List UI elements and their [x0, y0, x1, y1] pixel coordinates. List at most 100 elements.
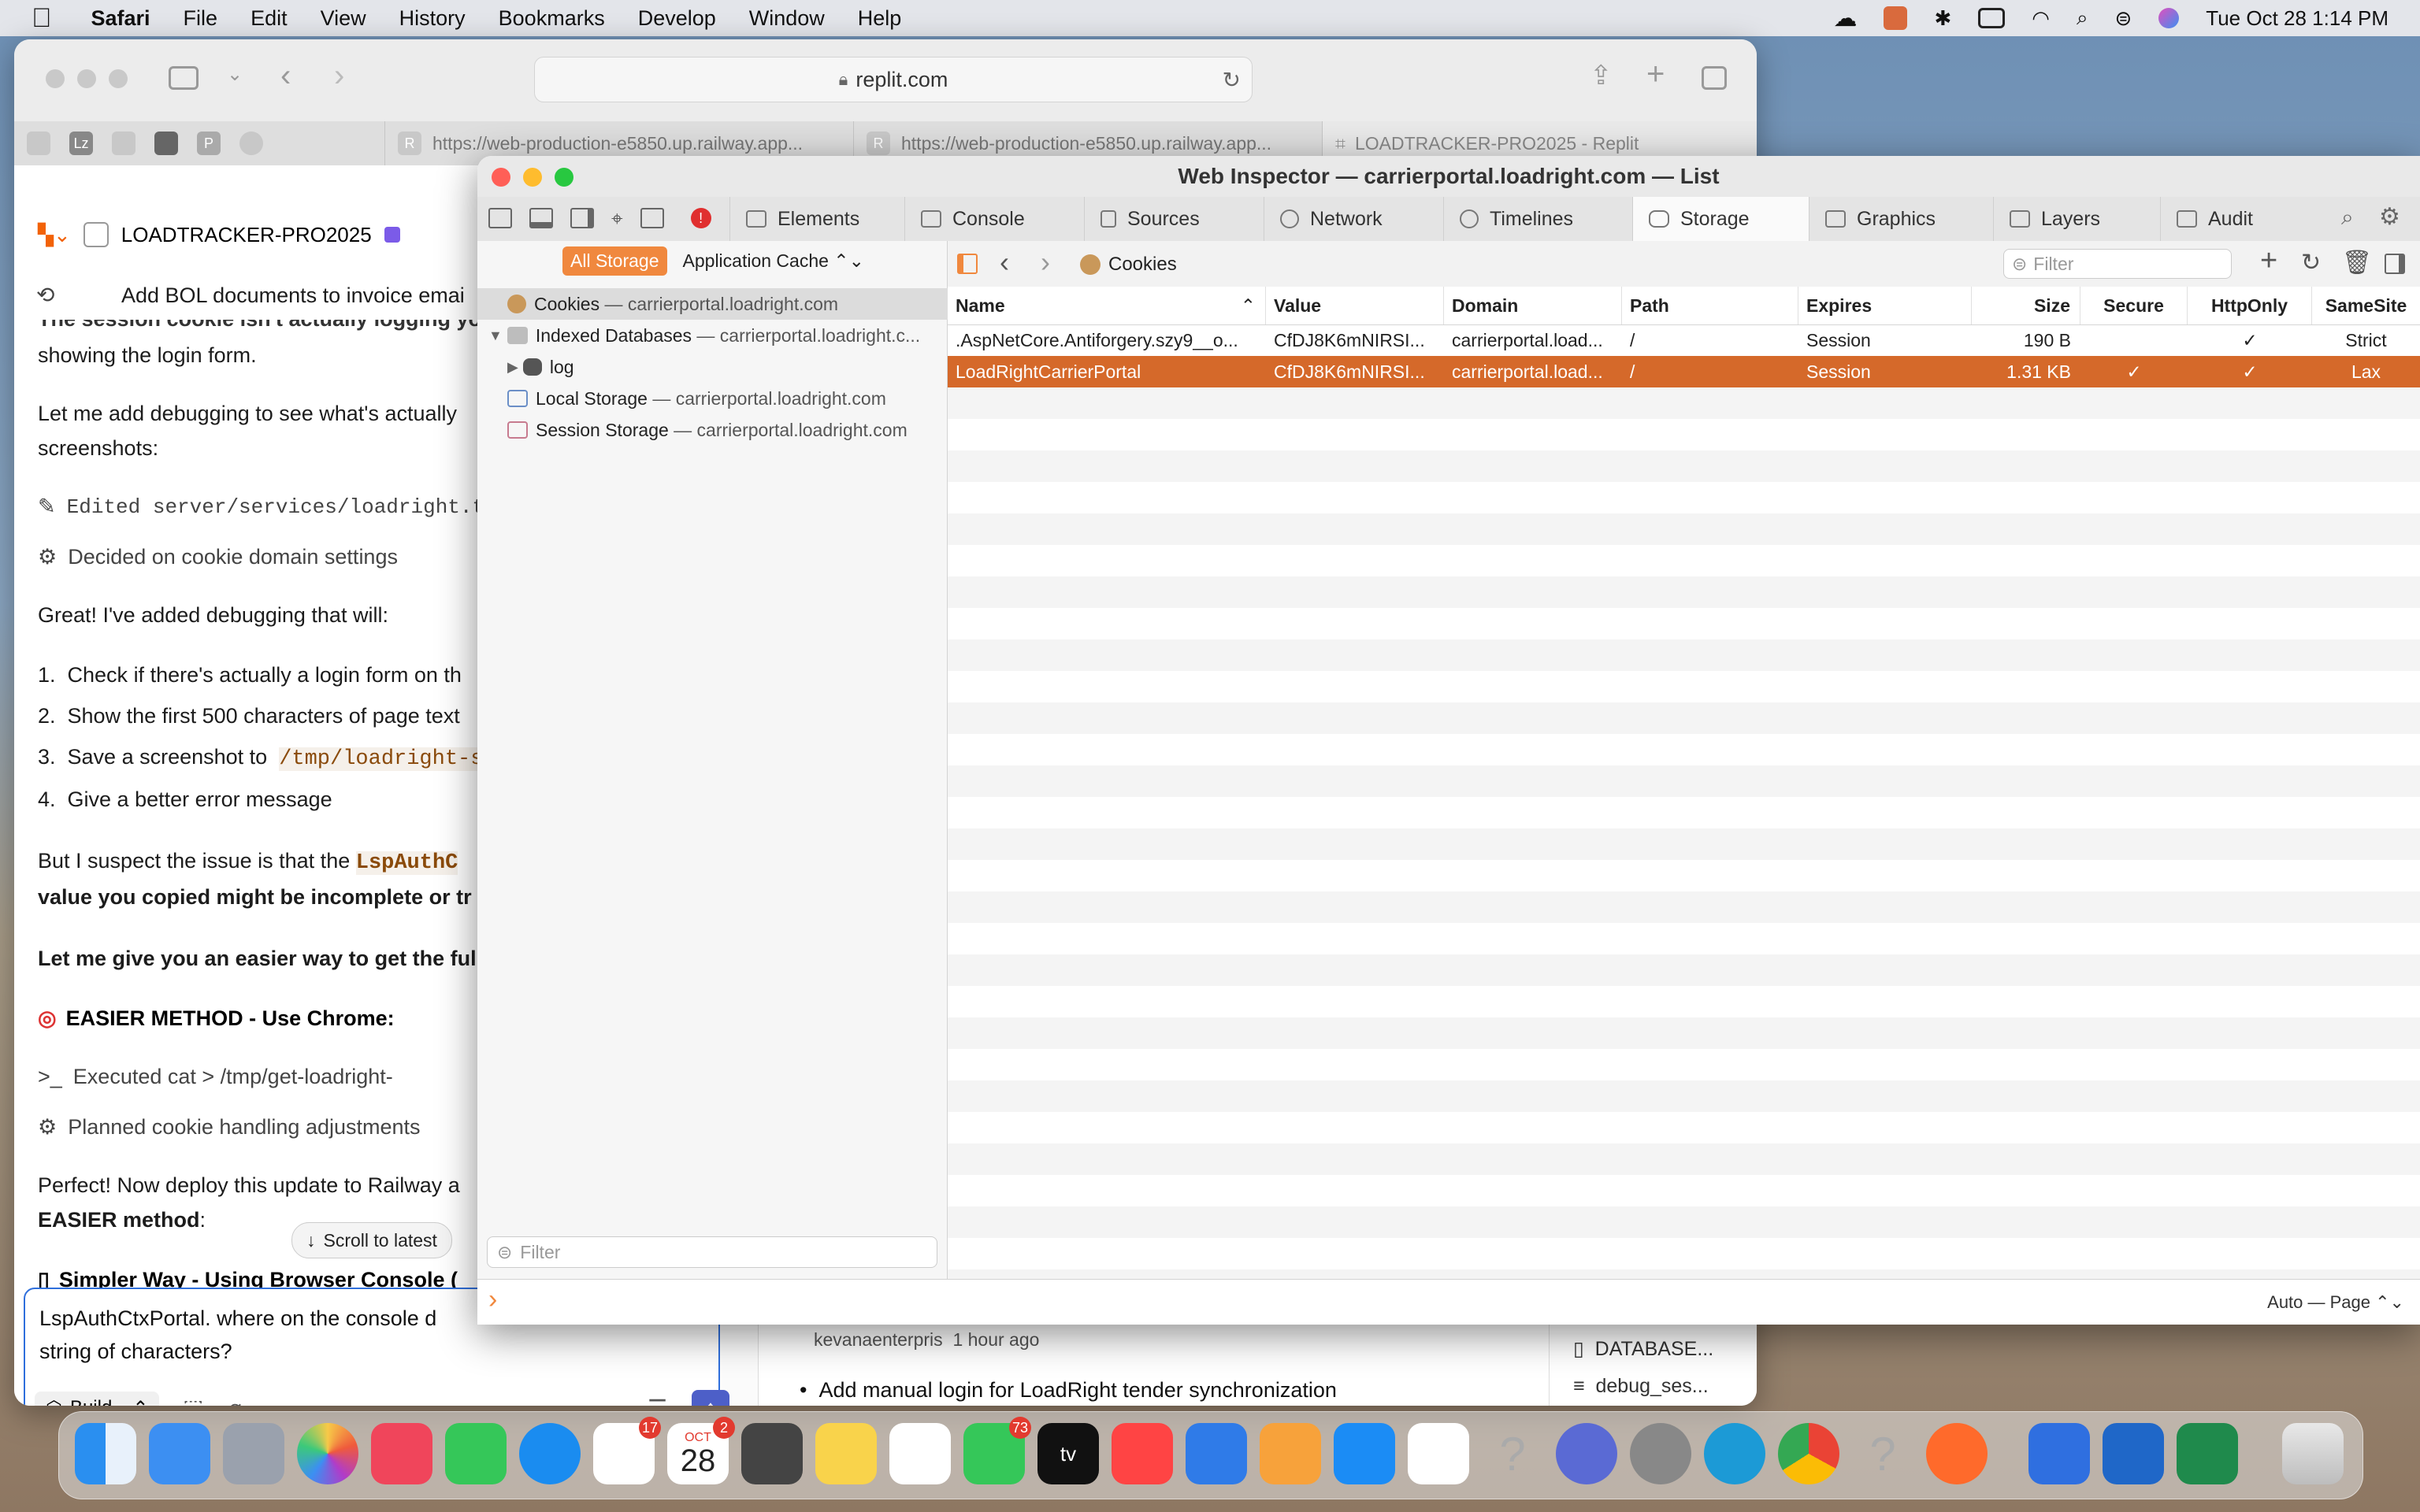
details-sidebar-icon[interactable] [2385, 254, 2405, 274]
menu-file[interactable]: File [184, 6, 218, 31]
refresh-icon[interactable]: ↻ [2301, 249, 2321, 276]
action-planned[interactable]: ⚙ Planned cookie handling adjustments [38, 1115, 421, 1140]
column-value[interactable]: Value [1266, 287, 1444, 324]
firefox-icon[interactable] [1926, 1423, 1988, 1484]
trash-icon[interactable] [2282, 1423, 2344, 1484]
cookies-filter-input[interactable]: ⊜ Filter [2003, 249, 2232, 279]
pinned-tab-icon[interactable] [239, 132, 263, 155]
reminders-icon[interactable]: 17 [593, 1417, 661, 1484]
pinned-tab-icon[interactable] [154, 132, 178, 155]
error-icon[interactable]: ! [690, 208, 711, 228]
all-storage-button[interactable]: All Storage [562, 246, 667, 276]
pinned-tab-icon[interactable] [112, 132, 135, 155]
pages-icon[interactable] [1260, 1423, 1321, 1484]
minimize-window-button[interactable] [523, 168, 542, 187]
close-window-button[interactable] [492, 168, 510, 187]
add-cookie-icon[interactable]: + [2260, 244, 2277, 278]
news-icon[interactable] [1112, 1423, 1173, 1484]
sidebar-toggle-icon[interactable] [169, 66, 199, 90]
keynote-icon[interactable] [1186, 1423, 1247, 1484]
back-button[interactable]: ‹ [280, 58, 291, 94]
calendar-icon[interactable]: OCT 28 2 [667, 1417, 735, 1484]
menu-history[interactable]: History [399, 6, 466, 31]
finder-icon[interactable] [75, 1423, 136, 1484]
battery-icon[interactable] [1978, 8, 2006, 28]
tab-layers[interactable]: Layers [1993, 197, 2160, 241]
new-tab-icon[interactable]: + [1646, 57, 1665, 92]
dock-right-icon[interactable] [570, 208, 594, 228]
sidebar-item-cookies[interactable]: Cookies — carrierportal.loadright.com [477, 288, 977, 320]
action-decided[interactable]: ⚙ Decided on cookie domain settings [38, 545, 398, 569]
messages-icon[interactable]: 73 [963, 1417, 1031, 1484]
history-icon[interactable]: ⟲ [36, 282, 54, 308]
status-app-icon[interactable] [1884, 6, 1908, 30]
excel-icon[interactable] [2177, 1423, 2238, 1484]
back-button[interactable]: ‹ [1000, 246, 1009, 279]
freeform-icon[interactable] [889, 1423, 951, 1484]
tab-elements[interactable]: Elements [729, 197, 904, 241]
column-samesite[interactable]: SameSite [2312, 287, 2420, 324]
device-icon[interactable] [640, 208, 664, 228]
menu-app-name[interactable]: Safari [91, 6, 150, 31]
photos-icon[interactable] [297, 1423, 358, 1484]
disclosure-closed-icon[interactable]: ▶ [507, 359, 518, 376]
tab-sources[interactable]: Sources [1084, 197, 1264, 241]
pinned-tab-icon[interactable]: Lz [69, 132, 93, 155]
sidebar-toggle-icon[interactable] [957, 254, 978, 274]
zoom-window-button[interactable] [109, 69, 128, 88]
commit-message[interactable]: • Add manual login for LoadRight tender … [800, 1378, 1337, 1403]
attach-icon[interactable]: ⌀ [228, 1395, 242, 1406]
scroll-to-latest-button[interactable]: ↓ Scroll to latest [291, 1222, 452, 1258]
breadcrumb[interactable]: Cookies [1108, 254, 1177, 276]
sidebar-filter-input[interactable]: ⊜ Filter [487, 1236, 937, 1268]
tab-timelines[interactable]: Timelines [1443, 197, 1632, 241]
notes-icon[interactable] [815, 1423, 877, 1484]
build-mode-button[interactable]: ⬡ Build ⌃ [35, 1392, 160, 1406]
remote-app-icon[interactable] [2028, 1423, 2090, 1484]
menu-bookmarks[interactable]: Bookmarks [499, 6, 605, 31]
application-cache-select[interactable]: Application Cache ⌃⌄ [683, 250, 864, 272]
tab-console[interactable]: Console [904, 197, 1084, 241]
column-expires[interactable]: Expires [1798, 287, 1972, 324]
system-settings-icon[interactable] [1630, 1423, 1691, 1484]
chrome-icon[interactable] [1778, 1423, 1839, 1484]
control-center-icon[interactable]: ⊜ [2115, 6, 2132, 31]
console-context-select[interactable]: Auto — Page ⌃⌄ [2267, 1292, 2404, 1313]
chevron-down-icon[interactable]: ⌄ [227, 63, 243, 86]
close-window-button[interactable] [46, 69, 65, 88]
table-row[interactable]: .AspNetCore.Antiforgery.szy9__o... CfDJ8… [948, 324, 2420, 356]
gear-icon[interactable]: ⚙ [2379, 203, 2400, 231]
column-name[interactable]: Name ⌃ [948, 287, 1266, 324]
launchpad-icon[interactable] [223, 1423, 284, 1484]
sidebar-item-session-storage[interactable]: Session Storage — carrierportal.loadrigh… [477, 414, 977, 446]
numbers-icon[interactable] [1408, 1423, 1469, 1484]
menu-develop[interactable]: Develop [638, 6, 716, 31]
action-executed[interactable]: >_ Executed cat > /tmp/get-loadright- [38, 1065, 393, 1089]
settings-sliders-icon[interactable]: ☰ [648, 1395, 667, 1406]
menu-help[interactable]: Help [858, 6, 902, 31]
action-edited[interactable]: ✎ Edited server/services/loadright.ts [38, 495, 487, 519]
file-item[interactable]: ▯ DATABASE... [1573, 1337, 1713, 1361]
column-secure[interactable]: Secure [2080, 287, 2188, 324]
unknown-app-icon[interactable]: ? [1482, 1423, 1543, 1484]
edge-icon[interactable] [1704, 1423, 1765, 1484]
apple-menu-icon[interactable]:  [32, 3, 52, 34]
menu-edit[interactable]: Edit [251, 6, 288, 31]
tab-graphics[interactable]: Graphics [1809, 197, 1993, 241]
send-button[interactable]: ↑ [692, 1390, 729, 1406]
unknown-app-icon[interactable]: ? [1852, 1423, 1913, 1484]
share-icon[interactable]: ⇪ [1590, 60, 1613, 91]
safari-icon[interactable] [519, 1423, 581, 1484]
file-item[interactable]: ≡ debug_ses... [1573, 1375, 1709, 1398]
project-name[interactable]: LOADTRACKER-PRO2025 [121, 223, 372, 247]
wifi-icon[interactable]: ◠ [2032, 6, 2050, 31]
address-bar[interactable]: 🔒︎ replit.com ↻ [534, 57, 1253, 102]
column-path[interactable]: Path [1622, 287, 1798, 324]
dock-left-icon[interactable] [488, 208, 512, 228]
calculator-icon[interactable] [741, 1423, 803, 1484]
apple-tv-icon[interactable]: tv [1037, 1423, 1099, 1484]
column-size[interactable]: Size [1972, 287, 2080, 324]
console-prompt-bar[interactable]: › Auto — Page ⌃⌄ [489, 1279, 2420, 1325]
creative-cloud-icon[interactable]: ☁ [1833, 5, 1857, 32]
sidebar-item-database-log[interactable]: ▶ log [477, 351, 977, 383]
